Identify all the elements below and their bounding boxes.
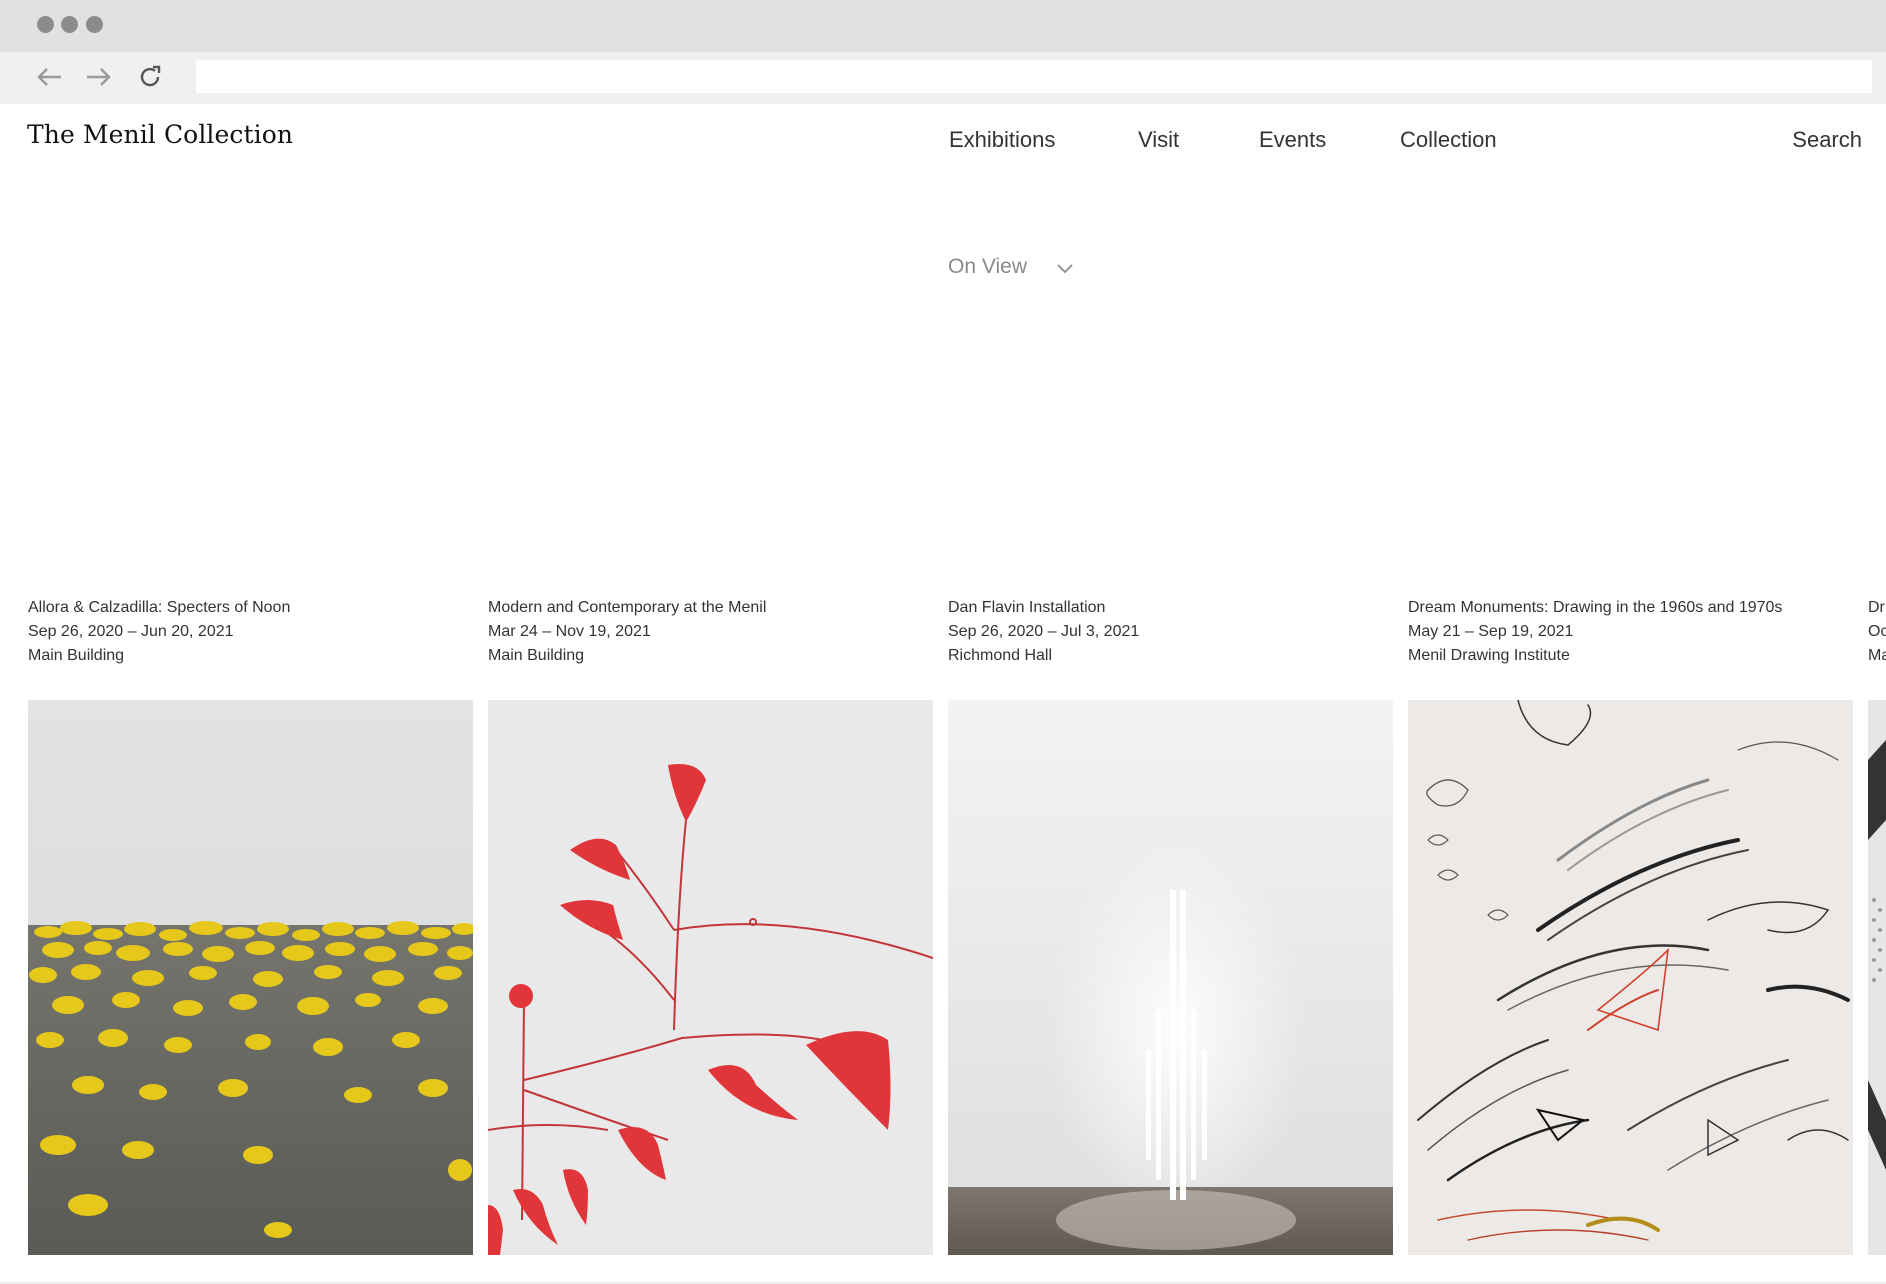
exhibition-location: Richmond Hall (948, 647, 1053, 664)
exhibition-dates: Sep 26, 2020 – Jul 3, 2021 (948, 623, 1140, 640)
filter-label: On View (948, 255, 1027, 278)
exhibition-image[interactable] (948, 700, 1393, 1255)
exhibition-card[interactable]: Dr Oc Ma (1868, 596, 1886, 1256)
exhibition-meta: Dan Flavin Installation Sep 26, 2020 – J… (948, 596, 1393, 668)
exhibition-dates: Mar 24 – Nov 19, 2021 (488, 623, 651, 640)
nav-events[interactable]: Events (1259, 127, 1326, 153)
window-close-dot[interactable] (37, 16, 54, 33)
nav-visit[interactable]: Visit (1138, 127, 1179, 153)
back-arrow-icon[interactable] (32, 60, 66, 94)
exhibition-location: Menil Drawing Institute (1408, 647, 1570, 664)
window-maximize-dot[interactable] (86, 16, 103, 33)
exhibition-card[interactable]: Modern and Contemporary at the Menil Mar… (488, 596, 933, 1256)
exhibition-card[interactable]: Dream Monuments: Drawing in the 1960s an… (1408, 596, 1853, 1256)
browser-toolbar (0, 52, 1886, 104)
exhibition-dates: May 21 – Sep 19, 2021 (1408, 623, 1574, 640)
forward-arrow-icon[interactable] (82, 60, 116, 94)
exhibition-title: Dr (1868, 599, 1885, 616)
exhibition-title: Modern and Contemporary at the Menil (488, 599, 767, 616)
exhibition-meta: Allora & Calzadilla: Specters of Noon Se… (28, 596, 473, 668)
exhibition-title: Dan Flavin Installation (948, 599, 1106, 616)
main-navigation: Exhibitions Visit Events Collection (0, 127, 1886, 157)
exhibition-location: Main Building (28, 647, 125, 664)
nav-exhibitions[interactable]: Exhibitions (949, 127, 1055, 153)
exhibition-card[interactable]: Allora & Calzadilla: Specters of Noon Se… (28, 596, 473, 1256)
address-bar[interactable] (196, 60, 1872, 93)
exhibition-title: Allora & Calzadilla: Specters of Noon (28, 599, 291, 616)
exhibition-image[interactable] (1868, 700, 1886, 1255)
exhibition-meta: Dream Monuments: Drawing in the 1960s an… (1408, 596, 1853, 668)
search-link[interactable]: Search (1792, 127, 1862, 153)
exhibition-image[interactable] (1408, 700, 1853, 1255)
chevron-down-icon (1057, 263, 1073, 274)
exhibition-image[interactable] (488, 700, 933, 1255)
exhibition-location: Main Building (488, 647, 585, 664)
exhibition-list: Allora & Calzadilla: Specters of Noon Se… (28, 596, 1886, 1256)
exhibition-dates: Sep 26, 2020 – Jun 20, 2021 (28, 623, 234, 640)
browser-titlebar (0, 0, 1886, 52)
exhibition-dates: Oc (1868, 623, 1886, 640)
exhibition-location: Ma (1868, 647, 1886, 664)
exhibition-title: Dream Monuments: Drawing in the 1960s an… (1408, 599, 1783, 616)
window-minimize-dot[interactable] (61, 16, 78, 33)
on-view-filter[interactable]: On View (948, 255, 1073, 279)
exhibition-meta: Dr Oc Ma (1868, 596, 1886, 668)
reload-icon[interactable] (133, 60, 167, 94)
exhibition-meta: Modern and Contemporary at the Menil Mar… (488, 596, 933, 668)
nav-collection[interactable]: Collection (1400, 127, 1497, 153)
exhibition-card[interactable]: Dan Flavin Installation Sep 26, 2020 – J… (948, 596, 1393, 1256)
exhibition-image[interactable] (28, 700, 473, 1255)
